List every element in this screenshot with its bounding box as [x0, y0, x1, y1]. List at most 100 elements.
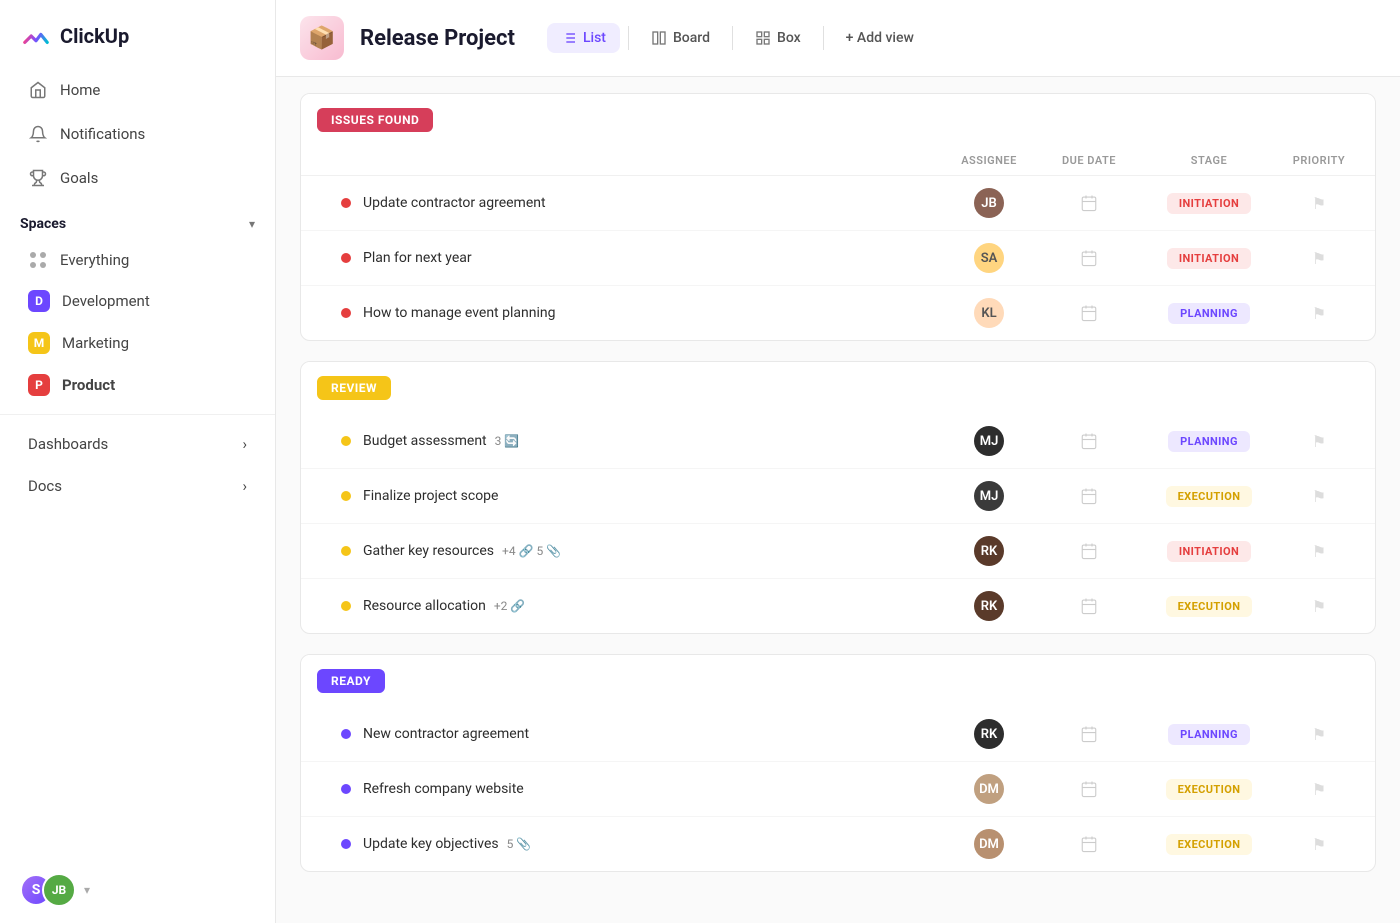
avatar: DM	[974, 774, 1004, 804]
task-due	[1039, 432, 1139, 450]
calendar-icon	[1080, 780, 1098, 798]
product-badge-icon: P	[28, 374, 50, 396]
table-row[interactable]: Finalize project scope MJ EXECUTION ⚑	[301, 469, 1375, 524]
section-badge-review: REVIEW	[317, 376, 391, 400]
task-name: Update contractor agreement	[363, 195, 939, 211]
avatar: RK	[974, 591, 1004, 621]
everything-label: Everything	[60, 251, 129, 269]
task-due	[1039, 597, 1139, 615]
sidebar-footer: S JB ▾	[0, 857, 275, 923]
flag-icon: ⚑	[1312, 249, 1326, 268]
flag-icon: ⚑	[1312, 194, 1326, 213]
calendar-icon	[1080, 725, 1098, 743]
avatar: RK	[974, 719, 1004, 749]
sidebar-item-marketing[interactable]: M Marketing	[8, 322, 267, 364]
calendar-icon	[1080, 432, 1098, 450]
flag-icon: ⚑	[1312, 780, 1326, 799]
task-name: Budget assessment 3 🔄	[363, 433, 939, 449]
task-stage: INITIATION	[1139, 541, 1279, 562]
stage-badge: PLANNING	[1168, 431, 1250, 452]
task-assignee: SA	[939, 243, 1039, 273]
task-name: Gather key resources +4 🔗 5 📎	[363, 543, 939, 559]
marketing-label: Marketing	[62, 334, 129, 352]
bell-icon	[28, 124, 48, 144]
task-assignee: KL	[939, 298, 1039, 328]
task-bullet	[341, 839, 351, 849]
section-issues-found: ISSUES FOUND ASSIGNEE DUE DATE STAGE PRI…	[300, 93, 1376, 341]
task-priority: ⚑	[1279, 487, 1359, 506]
tab-box[interactable]: Box	[741, 23, 815, 53]
flag-icon: ⚑	[1312, 597, 1326, 616]
goals-label: Goals	[60, 169, 98, 187]
sidebar-nav-goals[interactable]: Goals	[8, 156, 267, 200]
main-header: 📦 Release Project List Board Box + Add v…	[276, 0, 1400, 77]
development-label: Development	[62, 292, 150, 310]
task-extras: +4 🔗 5 📎	[502, 544, 561, 558]
view-divider-2	[732, 26, 733, 50]
table-row[interactable]: Update contractor agreement JB INITIATIO…	[301, 176, 1375, 231]
task-priority: ⚑	[1279, 249, 1359, 268]
task-name: Update key objectives 5 📎	[363, 836, 939, 852]
view-divider-3	[823, 26, 824, 50]
table-row[interactable]: Gather key resources +4 🔗 5 📎 RK INITIAT…	[301, 524, 1375, 579]
everything-grid-icon	[28, 250, 48, 270]
avatar: RK	[974, 536, 1004, 566]
spaces-label: Spaces	[20, 216, 66, 232]
task-due	[1039, 780, 1139, 798]
spaces-header: Spaces ▾	[0, 200, 275, 240]
marketing-badge-icon: M	[28, 332, 50, 354]
main-content: 📦 Release Project List Board Box + Add v…	[276, 0, 1400, 923]
sidebar-item-development[interactable]: D Development	[8, 280, 267, 322]
task-priority: ⚑	[1279, 194, 1359, 213]
task-stage: INITIATION	[1139, 248, 1279, 269]
calendar-icon	[1080, 194, 1098, 212]
sidebar-item-product[interactable]: P Product	[8, 364, 267, 406]
calendar-icon	[1080, 249, 1098, 267]
add-view-button[interactable]: + Add view	[832, 23, 928, 53]
footer-chevron-icon[interactable]: ▾	[84, 883, 90, 897]
task-assignee: JB	[939, 188, 1039, 218]
task-stage: EXECUTION	[1139, 596, 1279, 617]
table-row[interactable]: How to manage event planning KL PLANNING…	[301, 286, 1375, 340]
stage-badge: EXECUTION	[1166, 486, 1253, 507]
table-row[interactable]: Refresh company website DM EXECUTION ⚑	[301, 762, 1375, 817]
task-bullet	[341, 784, 351, 794]
tab-board[interactable]: Board	[637, 23, 724, 53]
sidebar-nav-home[interactable]: Home	[8, 68, 267, 112]
spaces-chevron-icon[interactable]: ▾	[249, 217, 255, 231]
product-label: Product	[62, 376, 115, 394]
table-row[interactable]: Budget assessment 3 🔄 MJ PLANNING ⚑	[301, 414, 1375, 469]
table-row[interactable]: New contractor agreement RK PLANNING ⚑	[301, 707, 1375, 762]
sidebar-item-everything[interactable]: Everything	[8, 240, 267, 280]
home-label: Home	[60, 81, 100, 99]
task-name: New contractor agreement	[363, 726, 939, 742]
flag-icon: ⚑	[1312, 304, 1326, 323]
task-priority: ⚑	[1279, 304, 1359, 323]
task-assignee: RK	[939, 719, 1039, 749]
task-priority: ⚑	[1279, 835, 1359, 854]
table-row[interactable]: Update key objectives 5 📎 DM EXECUTION ⚑	[301, 817, 1375, 871]
logo[interactable]: ClickUp	[0, 0, 275, 68]
task-stage: INITIATION	[1139, 193, 1279, 214]
stage-badge: PLANNING	[1168, 724, 1250, 745]
calendar-icon	[1080, 304, 1098, 322]
stage-badge: INITIATION	[1167, 541, 1251, 562]
task-bullet	[341, 491, 351, 501]
task-bullet	[341, 308, 351, 318]
table-row[interactable]: Resource allocation +2 🔗 RK EXECUTION ⚑	[301, 579, 1375, 633]
task-due	[1039, 304, 1139, 322]
sidebar-nav-notifications[interactable]: Notifications	[8, 112, 267, 156]
task-bullet	[341, 729, 351, 739]
stage-badge: INITIATION	[1167, 193, 1251, 214]
flag-icon: ⚑	[1312, 487, 1326, 506]
sidebar-item-docs[interactable]: Docs ›	[8, 465, 267, 507]
flag-icon: ⚑	[1312, 432, 1326, 451]
project-title: Release Project	[360, 26, 515, 51]
section-badge-issues: ISSUES FOUND	[317, 108, 433, 132]
sidebar-item-dashboards[interactable]: Dashboards ›	[8, 423, 267, 465]
task-assignee: RK	[939, 591, 1039, 621]
task-bullet	[341, 253, 351, 263]
table-row[interactable]: Plan for next year SA INITIATION ⚑	[301, 231, 1375, 286]
tab-list[interactable]: List	[547, 23, 620, 53]
avatar: KL	[974, 298, 1004, 328]
